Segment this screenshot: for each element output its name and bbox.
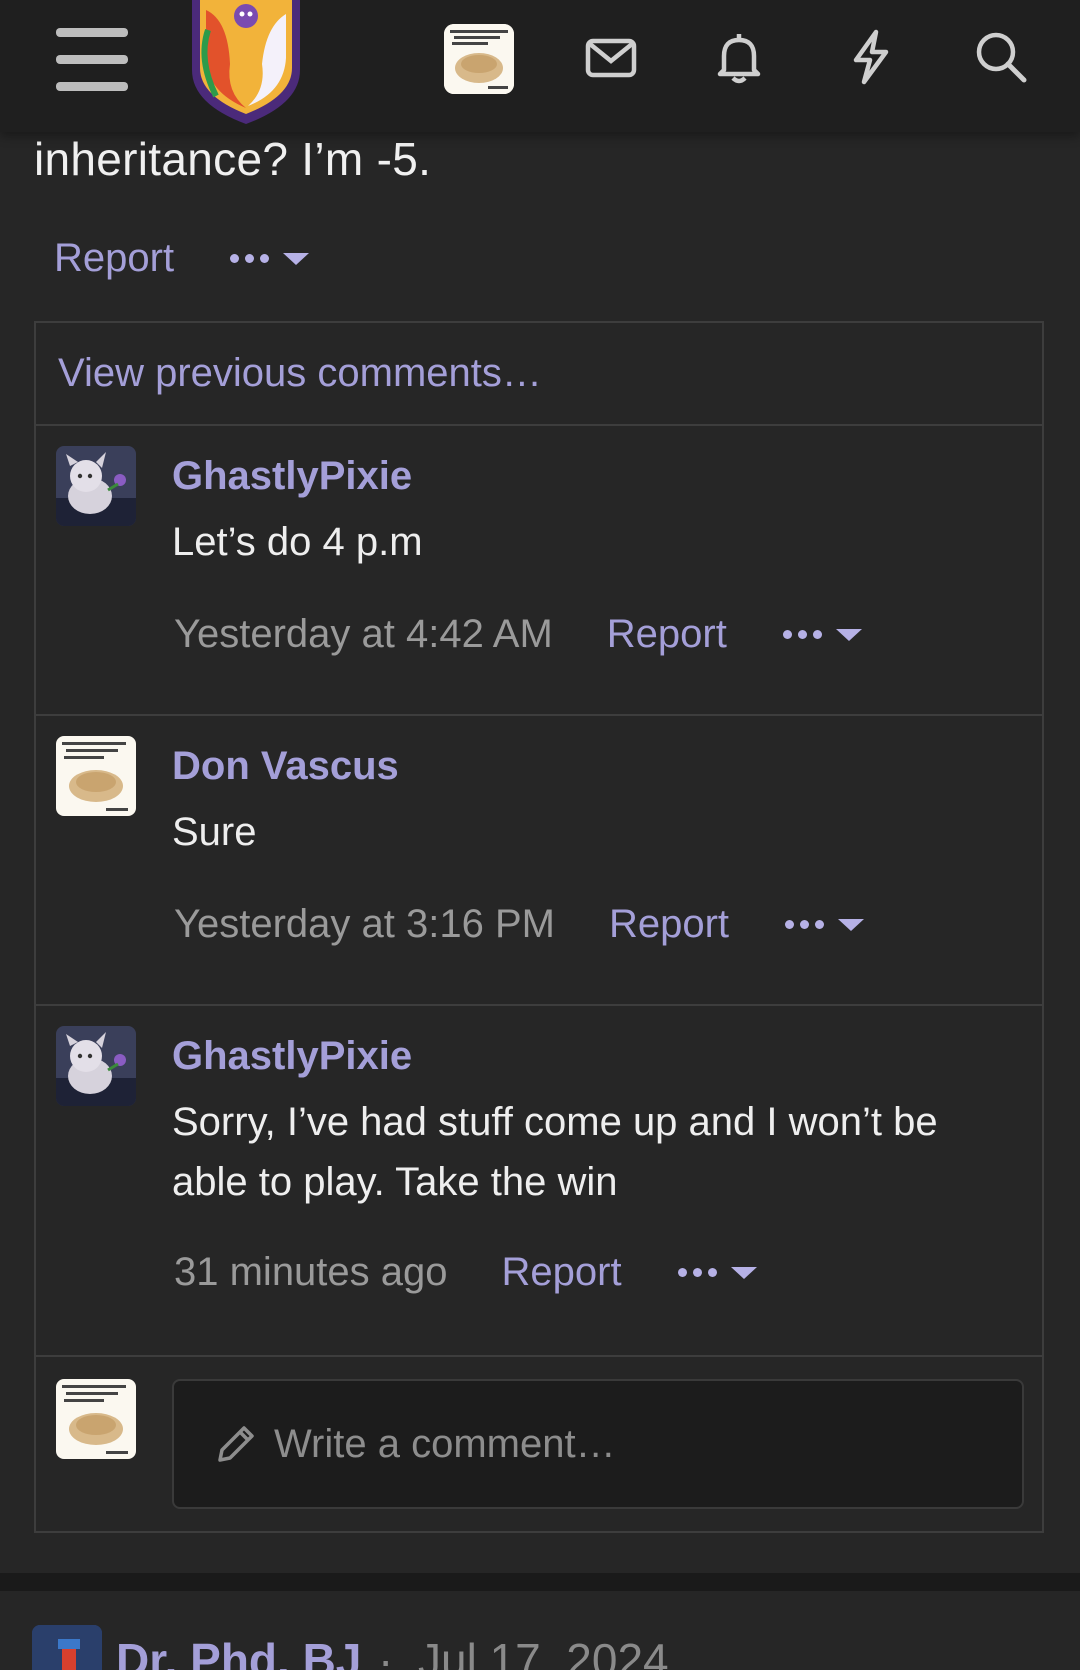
avatar[interactable] bbox=[56, 446, 136, 526]
avatar[interactable] bbox=[56, 1026, 136, 1106]
ellipsis-icon bbox=[230, 254, 270, 263]
report-link[interactable]: Report bbox=[502, 1250, 622, 1295]
avatar[interactable] bbox=[56, 736, 136, 816]
ellipsis-icon bbox=[782, 630, 822, 639]
more-options-button[interactable] bbox=[782, 628, 862, 641]
caret-down-icon bbox=[835, 628, 862, 641]
bell-icon[interactable] bbox=[710, 28, 768, 86]
caret-down-icon bbox=[283, 252, 310, 265]
user-avatar[interactable] bbox=[444, 24, 514, 94]
post-author[interactable]: Dr. Phd. BJ bbox=[116, 1633, 361, 1670]
avatar bbox=[56, 1379, 136, 1459]
ellipsis-icon bbox=[677, 1268, 717, 1277]
separator: · bbox=[378, 1634, 394, 1670]
comment-composer: Write a comment… bbox=[36, 1357, 1042, 1533]
lightning-icon[interactable] bbox=[842, 28, 900, 86]
post-divider bbox=[0, 1573, 1080, 1591]
top-navigation-bar bbox=[0, 0, 1080, 132]
comment-author[interactable]: GhastlyPixie bbox=[172, 454, 412, 499]
comment-item: GhastlyPixie Let’s do 4 p.m Yesterday at… bbox=[36, 426, 1042, 716]
comment-meta: Yesterday at 3:16 PM Report bbox=[174, 902, 865, 947]
next-post-header: Dr. Phd. BJ · Jul 17, 2024 bbox=[0, 1591, 1080, 1670]
caret-down-icon bbox=[730, 1266, 757, 1279]
more-options-button[interactable] bbox=[230, 252, 310, 265]
comment-author[interactable]: GhastlyPixie bbox=[172, 1034, 412, 1079]
comments-section: View previous comments… GhastlyPixie Let… bbox=[34, 321, 1044, 1533]
comment-timestamp[interactable]: Yesterday at 4:42 AM bbox=[174, 612, 553, 657]
comment-input-placeholder: Write a comment… bbox=[274, 1421, 616, 1466]
comment-item: Don Vascus Sure Yesterday at 3:16 PM Rep… bbox=[36, 716, 1042, 1006]
post-date[interactable]: Jul 17, 2024 bbox=[418, 1633, 669, 1670]
search-icon[interactable] bbox=[972, 28, 1030, 86]
comment-timestamp[interactable]: 31 minutes ago bbox=[174, 1250, 448, 1295]
more-options-button[interactable] bbox=[677, 1266, 757, 1279]
pencil-icon bbox=[218, 1426, 254, 1462]
comment-author[interactable]: Don Vascus bbox=[172, 744, 399, 789]
comment-text: Sorry, I’ve had stuff come up and I won’… bbox=[172, 1100, 938, 1204]
mail-icon[interactable] bbox=[582, 28, 640, 86]
post-text: inheritance? I’m -5. bbox=[34, 133, 432, 185]
comment-input[interactable]: Write a comment… bbox=[172, 1379, 1024, 1509]
menu-icon[interactable] bbox=[56, 28, 128, 92]
report-link[interactable]: Report bbox=[54, 236, 174, 281]
report-link[interactable]: Report bbox=[607, 612, 727, 657]
comment-text: Let’s do 4 p.m bbox=[172, 520, 423, 564]
comment-text: Sure bbox=[172, 810, 257, 854]
comment-meta: Yesterday at 4:42 AM Report bbox=[174, 612, 862, 657]
ellipsis-icon bbox=[785, 920, 825, 929]
comment-item: GhastlyPixie Sorry, I’ve had stuff come … bbox=[36, 1006, 1042, 1357]
more-options-button[interactable] bbox=[785, 918, 865, 931]
view-previous-comments-link[interactable]: View previous comments… bbox=[58, 351, 542, 396]
view-previous-comments: View previous comments… bbox=[36, 323, 1042, 426]
caret-down-icon bbox=[838, 918, 865, 931]
site-logo[interactable] bbox=[186, 0, 306, 124]
comment-meta: 31 minutes ago Report bbox=[174, 1250, 757, 1295]
comment-timestamp[interactable]: Yesterday at 3:16 PM bbox=[174, 902, 555, 947]
report-link[interactable]: Report bbox=[609, 902, 729, 947]
avatar[interactable] bbox=[32, 1625, 102, 1670]
post-actions: Report bbox=[54, 236, 310, 281]
